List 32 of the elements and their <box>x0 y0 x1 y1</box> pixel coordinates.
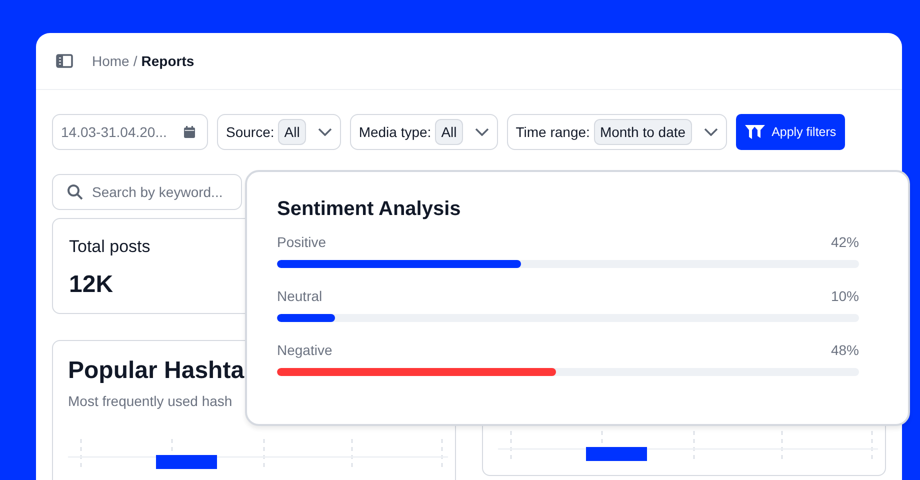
card-title: Sentiment Analysis <box>277 198 462 221</box>
filter-icon <box>744 125 765 139</box>
stat-label: Total posts <box>69 237 150 257</box>
filter-dropdown[interactable]: Media type: All <box>350 114 498 150</box>
filter-dropdown[interactable]: Source: All <box>217 114 341 150</box>
sentiment-percent: 10% <box>830 288 859 304</box>
search-field[interactable]: Search by keyword... <box>52 174 242 210</box>
card-title: Popular Hashta <box>68 357 246 385</box>
breadcrumb-current: Reports <box>141 53 194 69</box>
breadcrumb-link[interactable]: Home <box>92 53 130 69</box>
sentiment-label: Neutral <box>277 288 322 304</box>
calendar-icon <box>184 126 195 138</box>
apply-filters-button[interactable]: Apply filters <box>736 114 846 150</box>
dropdown-label: Time range: <box>516 124 590 140</box>
chevron-down-icon <box>474 128 489 136</box>
breadcrumb-separator: / <box>133 53 138 69</box>
sentiment-label: Negative <box>277 342 332 358</box>
filter-dropdown[interactable]: Time range: Month to date <box>506 114 727 150</box>
dropdown-value: All <box>435 119 463 145</box>
dropdown-label: Source: <box>226 124 274 140</box>
sentiment-percent: 42% <box>830 234 859 250</box>
sentiment-label: Positive <box>277 234 326 250</box>
dropdown-label: Media type: <box>358 124 432 140</box>
chevron-down-icon <box>704 128 718 136</box>
card-subtitle: Most frequently used hash <box>68 393 234 409</box>
dropdown-value: All <box>278 119 306 145</box>
chevron-down-icon <box>318 128 332 136</box>
dropdown-value: Month to date <box>594 119 692 145</box>
sentiment-percent: 48% <box>830 342 859 358</box>
stat-value: 12K <box>69 271 114 299</box>
date-range-field[interactable]: 14.03-31.04.20... <box>52 114 208 150</box>
sidebar-toggle-icon[interactable] <box>56 54 73 68</box>
